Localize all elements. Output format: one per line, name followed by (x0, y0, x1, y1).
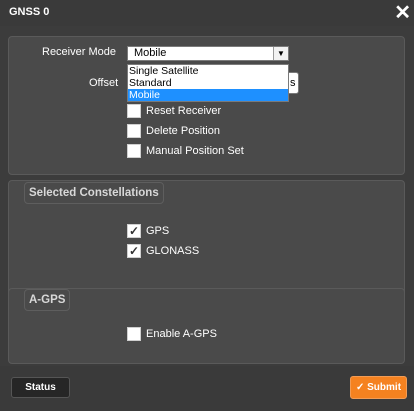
reset-receiver-checkbox[interactable] (127, 104, 141, 118)
gps-label: GPS (146, 225, 170, 237)
option-single-satellite[interactable]: Single Satellite (128, 65, 288, 77)
constellations-title: Selected Constellations (24, 182, 164, 204)
reset-receiver-label: Reset Receiver (146, 105, 222, 117)
chevron-down-icon[interactable]: ▼ (273, 47, 288, 60)
receiver-mode-value: Mobile (134, 47, 167, 59)
option-mobile[interactable]: Mobile (128, 89, 288, 101)
option-standard[interactable]: Standard (128, 77, 288, 89)
offset-input[interactable]: s (288, 72, 299, 94)
manual-position-set-checkbox[interactable] (127, 144, 141, 158)
submit-label: Submit (367, 382, 402, 393)
gnss-dialog: GNSS 0 ✕ Receiver Mode Mobile ▼ Single S… (0, 0, 414, 411)
dialog-title: GNSS 0 (9, 6, 50, 18)
delete-position-checkbox[interactable] (127, 124, 141, 138)
enable-agps-label: Enable A-GPS (146, 328, 217, 340)
manual-position-set-label: Manual Position Set (146, 145, 244, 157)
receiver-mode-label: Receiver Mode (42, 46, 116, 58)
status-button[interactable]: Status (11, 377, 70, 398)
dialog-body: Receiver Mode Mobile ▼ Single Satellite … (0, 26, 414, 366)
agps-title: A-GPS (24, 289, 71, 311)
receiver-mode-dropdown: Single Satellite Standard Mobile (127, 64, 289, 102)
checkmark-icon: ✓ (355, 382, 365, 393)
offset-label: Offset (89, 77, 119, 89)
glonass-label: GLONASS (146, 245, 200, 257)
checkmark-icon: ✓ (128, 244, 140, 258)
receiver-mode-select[interactable]: Mobile ▼ (127, 46, 289, 61)
submit-button[interactable]: ✓ Submit (350, 376, 407, 399)
offset-unit: s (290, 77, 296, 89)
title-bar: GNSS 0 ✕ (0, 0, 414, 26)
close-icon[interactable]: ✕ (394, 0, 411, 26)
checkmark-icon: ✓ (128, 224, 140, 238)
gps-checkbox[interactable]: ✓ (127, 224, 141, 238)
glonass-checkbox[interactable]: ✓ (127, 244, 141, 258)
enable-agps-checkbox[interactable] (127, 327, 141, 341)
delete-position-label: Delete Position (146, 125, 220, 137)
